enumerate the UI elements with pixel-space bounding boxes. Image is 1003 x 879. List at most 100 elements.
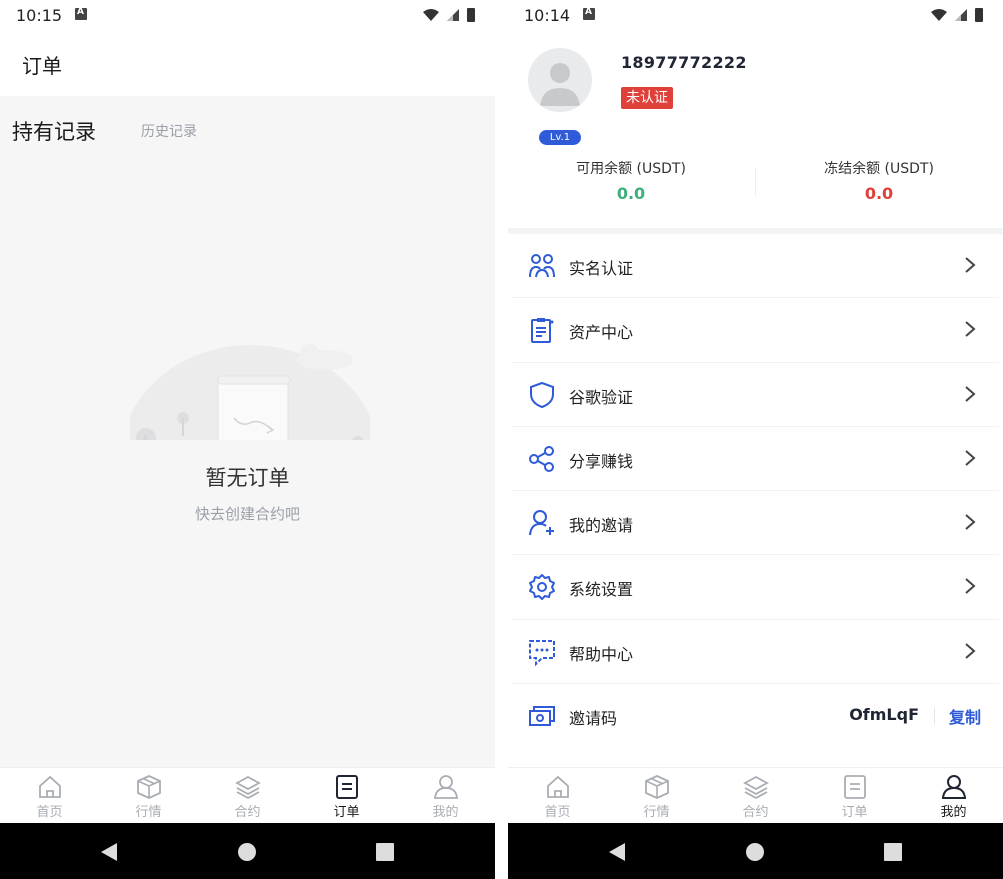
- layers-icon: [742, 775, 769, 800]
- tab-home[interactable]: 首页: [0, 768, 99, 823]
- menu-item-asset-center[interactable]: 资产中心: [512, 298, 999, 363]
- tab-market[interactable]: 行情: [607, 768, 706, 823]
- menu-item-label: 系统设置: [569, 580, 634, 600]
- tab-contract[interactable]: 合约: [706, 768, 805, 823]
- home-nav-icon[interactable]: [745, 841, 765, 863]
- tab-me[interactable]: 我的: [396, 768, 495, 823]
- users-icon: [529, 254, 555, 278]
- back-icon[interactable]: [99, 841, 119, 863]
- invite-code-value: OfmLqF: [849, 705, 919, 725]
- tab-label: 订单: [333, 805, 360, 820]
- empty-state-title: 暂无订单: [205, 466, 290, 490]
- menu-item-my-invitations[interactable]: 我的邀请: [512, 491, 999, 556]
- cube-icon: [136, 775, 161, 799]
- page-header: 订单: [0, 30, 495, 96]
- system-nav-bar: [0, 823, 495, 879]
- recents-icon[interactable]: [375, 841, 395, 863]
- menu-item-label: 帮助中心: [569, 644, 634, 664]
- empty-orders-illustration: [130, 344, 370, 440]
- home-nav-icon[interactable]: [237, 841, 257, 863]
- orders-screen: 10:15 订单 持有记录 历史记录 暂无订单 快去创建合约吧: [0, 0, 495, 879]
- document-icon: [335, 775, 358, 799]
- menu-item-label: 我的邀请: [569, 516, 634, 536]
- balance-value: 0.0: [616, 184, 646, 203]
- chevron-right-icon: [965, 643, 976, 659]
- menu-item-label: 资产中心: [569, 323, 634, 343]
- notification-icon: [583, 7, 595, 20]
- menu-item-label: 谷歌验证: [569, 387, 634, 407]
- available-balance: 可用余额 (USDT) 0.0: [508, 158, 754, 203]
- verification-status-badge[interactable]: 未认证: [621, 87, 673, 109]
- tab-label: 我的: [432, 805, 459, 820]
- gear-icon: [529, 574, 555, 601]
- back-icon[interactable]: [607, 841, 627, 863]
- bottom-tab-bar: 首页 行情 合约 订单 我的: [508, 767, 1003, 823]
- chevron-right-icon: [965, 450, 976, 466]
- tab-orders[interactable]: 订单: [297, 768, 396, 823]
- user-icon: [433, 775, 458, 799]
- menu-item-label: 分享赚钱: [569, 451, 634, 471]
- layers-icon: [234, 775, 261, 800]
- profile-header: Lv.1 18977772222 未认证 可用余额 (USDT) 0.0 冻结余…: [508, 30, 1003, 230]
- empty-state-subtitle: 快去创建合约吧: [194, 505, 300, 523]
- menu-item-invite-code: 邀请码 OfmLqF 复制: [512, 684, 999, 748]
- ticket-icon: [529, 706, 555, 727]
- frozen-balance: 冻结余额 (USDT) 0.0: [756, 158, 1002, 203]
- cube-icon: [644, 775, 669, 799]
- tab-label: 首页: [544, 805, 571, 820]
- system-status-icons: [423, 8, 475, 22]
- menu-item-label: 实名认证: [569, 259, 634, 278]
- menu-item-help-center[interactable]: 帮助中心: [512, 620, 999, 685]
- menu-item-real-name-verification[interactable]: 实名认证: [512, 234, 999, 299]
- tab-label: 我的: [940, 805, 967, 820]
- menu-item-google-authenticator[interactable]: 谷歌验证: [512, 363, 999, 427]
- status-time: 10:15: [16, 6, 63, 25]
- tab-contract[interactable]: 合约: [198, 768, 297, 823]
- tab-orders[interactable]: 订单: [805, 768, 904, 823]
- tab-label: 订单: [841, 805, 868, 820]
- status-time: 10:14: [524, 6, 571, 25]
- page-title: 订单: [22, 54, 62, 78]
- tab-label: 合约: [742, 805, 769, 820]
- avatar-placeholder-icon: [540, 63, 580, 106]
- tab-me[interactable]: 我的: [904, 768, 1003, 823]
- chat-icon: [529, 639, 555, 666]
- level-badge: Lv.1: [539, 130, 581, 145]
- copy-invite-code-button[interactable]: 复制: [949, 704, 981, 728]
- chevron-right-icon: [965, 385, 976, 402]
- settings-menu: 实名认证 资产中心 谷歌验证 分享赚钱 我的邀请 系统设置 帮助中心 邀请码 O…: [508, 234, 1003, 748]
- balance-value: 0.0: [864, 184, 894, 203]
- chevron-right-icon: [965, 257, 976, 273]
- menu-item-share-earn[interactable]: 分享赚钱: [512, 427, 999, 492]
- document-icon: [843, 775, 866, 799]
- menu-item-system-settings[interactable]: 系统设置: [512, 555, 999, 620]
- tab-market[interactable]: 行情: [99, 768, 198, 823]
- home-icon: [38, 775, 61, 798]
- avatar[interactable]: [528, 48, 592, 112]
- tab-holding-records[interactable]: 持有记录: [12, 116, 96, 146]
- home-icon: [546, 775, 569, 798]
- status-bar: 10:14: [508, 0, 1003, 30]
- recents-icon[interactable]: [883, 841, 903, 863]
- profile-screen: 10:14 Lv.1 18977772222 未认证 可用余额 (USDT) 0…: [508, 0, 1003, 879]
- bottom-tab-bar: 首页 行情 合约 订单 我的: [0, 767, 495, 823]
- tab-label: 首页: [36, 805, 63, 820]
- clipboard-icon: [531, 318, 554, 344]
- chevron-right-icon: [965, 514, 976, 530]
- shield-icon: [530, 381, 554, 408]
- tab-label: 合约: [234, 805, 261, 820]
- tab-label: 行情: [135, 805, 162, 820]
- balance-label: 冻结余额 (USDT): [824, 161, 934, 177]
- status-bar: 10:15: [0, 0, 495, 30]
- system-nav-bar: [508, 823, 1003, 879]
- system-status-icons: [931, 8, 983, 22]
- user-phone: 18977772222: [621, 53, 747, 72]
- tab-history-records[interactable]: 历史记录: [141, 121, 197, 141]
- share-icon: [529, 445, 554, 472]
- balance-label: 可用余额 (USDT): [576, 161, 686, 177]
- invite-divider: [934, 708, 935, 725]
- tab-home[interactable]: 首页: [508, 768, 607, 823]
- chevron-right-icon: [965, 321, 976, 338]
- user-icon: [941, 775, 966, 799]
- notification-icon: [75, 7, 87, 20]
